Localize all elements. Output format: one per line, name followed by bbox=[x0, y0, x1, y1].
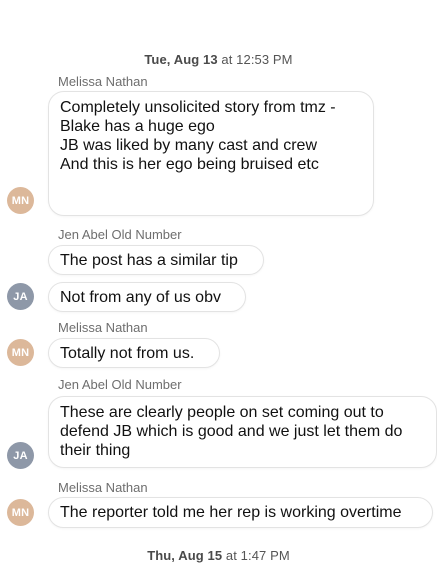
timestamp-day: Tue, Aug 13 bbox=[144, 52, 218, 67]
message-bubble[interactable]: Completely unsolicited story from tmz - … bbox=[48, 91, 374, 216]
avatar[interactable]: MN bbox=[7, 499, 34, 526]
message-text-line: JB was liked by many cast and crew bbox=[60, 137, 317, 154]
message-text-line: Blake has a huge ego bbox=[60, 118, 215, 135]
message-bubble[interactable]: The reporter told me her rep is working … bbox=[48, 497, 433, 528]
avatar[interactable]: MN bbox=[7, 339, 34, 366]
message-bubble[interactable]: Not from any of us obv bbox=[48, 282, 246, 312]
sender-name: Melissa Nathan bbox=[58, 74, 148, 89]
message-text-line: The post has a similar tip bbox=[60, 252, 238, 269]
timestamp-divider: Tue, Aug 13 at 12:53 PM bbox=[0, 52, 437, 67]
timestamp-time: at 1:47 PM bbox=[222, 548, 290, 563]
timestamp-divider: Thu, Aug 15 at 1:47 PM bbox=[0, 548, 437, 563]
message-text-line: their thing bbox=[60, 442, 131, 459]
message-text-line: defend JB which is good and we just let … bbox=[60, 423, 403, 440]
message-text-line: The reporter told me her rep is working … bbox=[60, 504, 402, 521]
message-text-line: Completely unsolicited story from tmz - bbox=[60, 99, 336, 116]
message-text-line: Totally not from us. bbox=[60, 345, 195, 362]
message-bubble[interactable]: Totally not from us. bbox=[48, 338, 220, 368]
sender-name: Melissa Nathan bbox=[58, 480, 148, 495]
timestamp-time: at 12:53 PM bbox=[217, 52, 293, 67]
timestamp-day: Thu, Aug 15 bbox=[147, 548, 223, 563]
sender-name: Jen Abel Old Number bbox=[58, 377, 182, 392]
message-bubble[interactable]: The post has a similar tip bbox=[48, 245, 264, 275]
message-text-line: These are clearly people on set coming o… bbox=[60, 404, 384, 421]
message-text-line: Not from any of us obv bbox=[60, 289, 221, 306]
avatar[interactable]: JA bbox=[7, 283, 34, 310]
sender-name: Melissa Nathan bbox=[58, 320, 148, 335]
message-bubble[interactable]: These are clearly people on set coming o… bbox=[48, 396, 437, 468]
avatar[interactable]: MN bbox=[7, 187, 34, 214]
avatar[interactable]: JA bbox=[7, 442, 34, 469]
message-text-line: And this is her ego being bruised etc bbox=[60, 156, 319, 173]
sender-name: Jen Abel Old Number bbox=[58, 227, 182, 242]
